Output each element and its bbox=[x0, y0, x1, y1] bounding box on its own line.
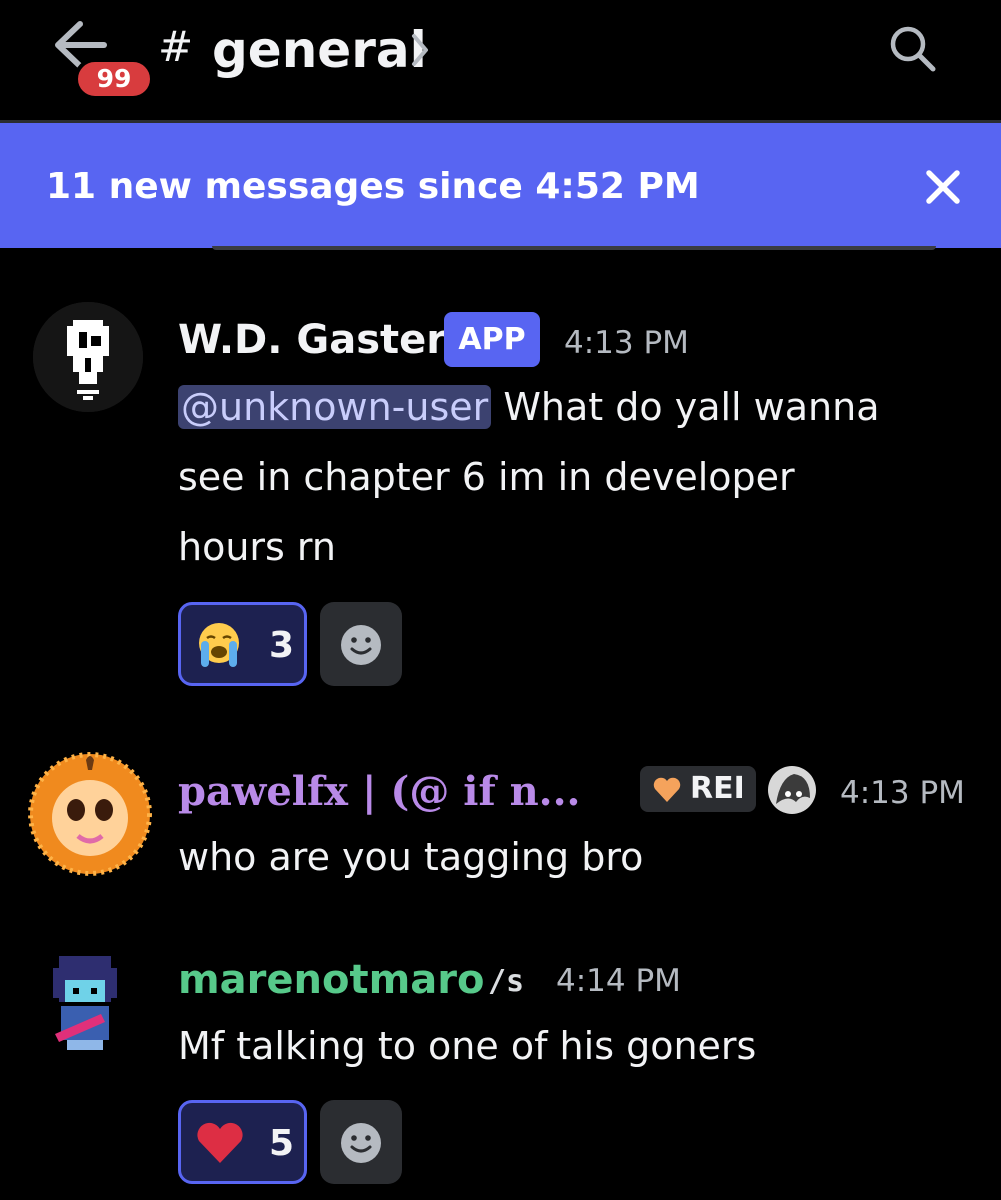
reaction-heart[interactable]: 5 bbox=[178, 1100, 307, 1184]
timestamp: 4:14 PM bbox=[556, 963, 681, 999]
channel-header: 99 # general bbox=[0, 0, 1001, 120]
timestamp: 4:13 PM bbox=[564, 325, 689, 361]
pumpkin-avatar-icon bbox=[28, 752, 152, 876]
channel-title[interactable]: general bbox=[212, 20, 427, 80]
reaction-count: 5 bbox=[269, 1123, 295, 1164]
reaction-crying[interactable]: 3 bbox=[178, 602, 307, 686]
hash-icon: # bbox=[158, 22, 194, 71]
message-text: who are you tagging bro bbox=[178, 835, 644, 879]
heart-icon bbox=[653, 777, 681, 802]
avatar[interactable] bbox=[45, 950, 125, 1054]
previous-message-edge bbox=[212, 246, 936, 250]
rei-tag-label: REI bbox=[690, 771, 745, 806]
message-text: hours rn bbox=[178, 525, 336, 569]
message-text: Mf talking to one of his goners bbox=[178, 1024, 757, 1068]
close-icon[interactable] bbox=[924, 168, 962, 206]
author-name[interactable]: marenotmaro bbox=[178, 956, 484, 1004]
message-line: @unknown-user What do yall wanna bbox=[178, 372, 880, 442]
timestamp: 4:13 PM bbox=[840, 775, 965, 811]
character-badge-icon bbox=[768, 766, 816, 814]
add-reaction-button[interactable] bbox=[320, 602, 402, 686]
sarcasm-tag: /s bbox=[488, 964, 525, 999]
add-reaction-button[interactable] bbox=[320, 1100, 402, 1184]
loudly-crying-face-icon bbox=[199, 623, 239, 667]
avatar[interactable] bbox=[28, 752, 152, 876]
unread-badge: 99 bbox=[74, 58, 154, 100]
message-text: What do yall wanna bbox=[491, 385, 880, 429]
app-tag: APP bbox=[444, 312, 540, 367]
user-mention[interactable]: @unknown-user bbox=[178, 385, 492, 429]
author-name[interactable]: pawelfx | (@ if n... bbox=[178, 768, 580, 816]
search-icon[interactable] bbox=[886, 22, 938, 74]
add-reaction-icon bbox=[341, 625, 381, 665]
red-heart-icon bbox=[197, 1122, 243, 1163]
add-reaction-icon bbox=[341, 1123, 381, 1163]
message-text: see in chapter 6 im in developer bbox=[178, 455, 795, 499]
new-messages-text[interactable]: 11 new messages since 4:52 PM bbox=[46, 162, 700, 212]
gaster-avatar-icon bbox=[33, 302, 143, 412]
avatar[interactable] bbox=[33, 302, 143, 412]
author-name[interactable]: W.D. Gaster bbox=[178, 316, 446, 364]
reaction-count: 3 bbox=[269, 625, 295, 666]
chevron-right-icon[interactable] bbox=[409, 32, 431, 68]
kris-avatar-icon bbox=[45, 950, 125, 1054]
